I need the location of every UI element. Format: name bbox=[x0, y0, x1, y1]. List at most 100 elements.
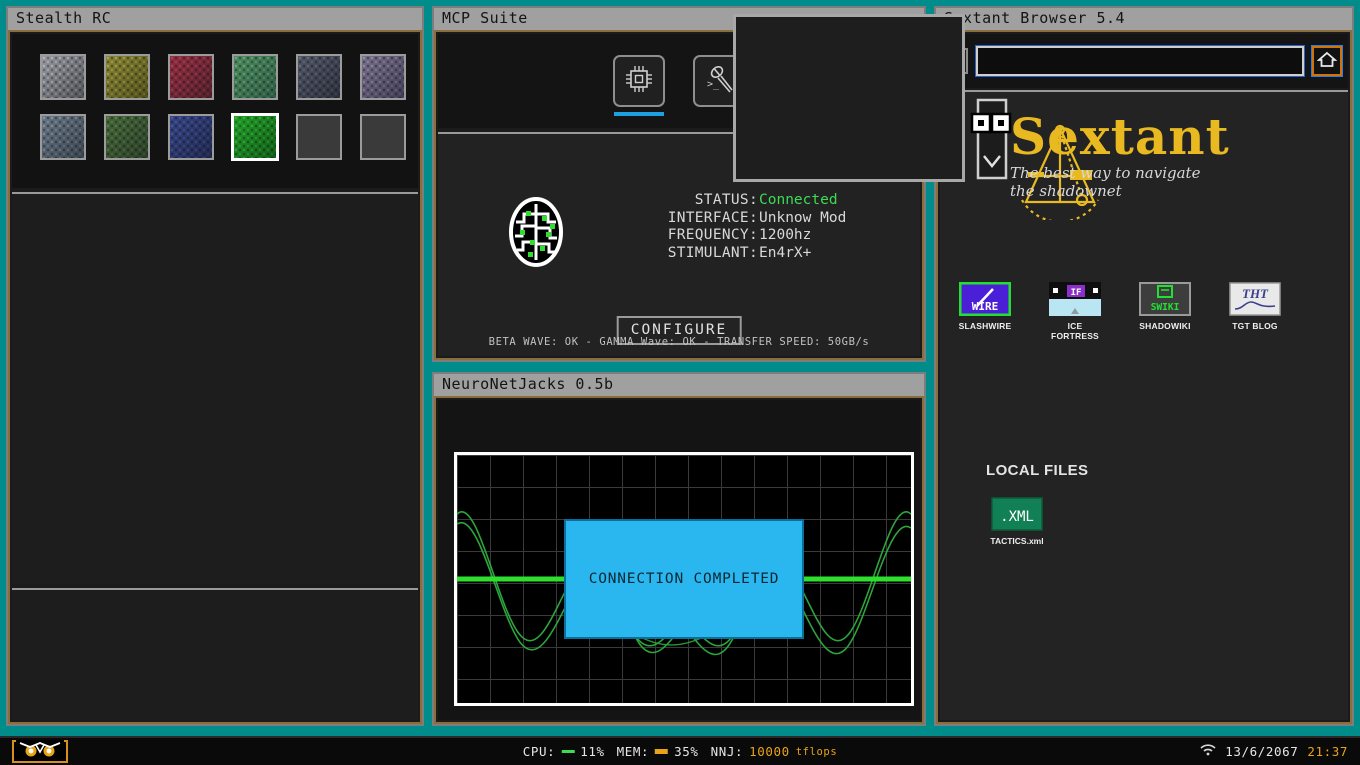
thumb-10-selected[interactable] bbox=[232, 114, 278, 160]
mcp-stat-key: FREQUENCY: bbox=[568, 227, 758, 245]
stealth-rc-thumbnail-grid bbox=[12, 34, 418, 188]
local-files-list: .XML TACTICS.xml bbox=[986, 497, 1048, 546]
bookmark-label: SHADOWIKI bbox=[1134, 321, 1196, 331]
home-icon bbox=[1317, 50, 1337, 72]
mcp-stats-list: STATUS:ConnectedINTERFACE:Unknow ModFREQ… bbox=[568, 192, 908, 262]
thumbnail-row-2 bbox=[12, 100, 418, 160]
bookmark-label: ICE FORTRESS bbox=[1044, 321, 1106, 341]
window-stealth-rc: Stealth RC bbox=[6, 6, 424, 726]
sextant-brand: Sextant The best way to navigate the sha… bbox=[1010, 114, 1230, 200]
bookmark-label: SLASHWIRE bbox=[954, 321, 1016, 331]
connection-dialog-text: CONNECTION COMPLETED bbox=[589, 571, 780, 587]
empty-popup-window[interactable] bbox=[733, 14, 965, 182]
thumbnail-dither bbox=[234, 56, 276, 98]
wifi-icon[interactable] bbox=[1200, 744, 1216, 759]
xml-file-icon: .XML bbox=[991, 497, 1043, 531]
mcp-stat-value: Connected bbox=[758, 192, 908, 210]
thumb-5[interactable] bbox=[296, 54, 342, 100]
svg-text:.XML: .XML bbox=[1000, 509, 1034, 525]
mcp-stat-row: INTERFACE:Unknow Mod bbox=[568, 210, 908, 228]
thumbnail-dither bbox=[170, 56, 212, 98]
system-monitor: CPU: 11% MEM: 35% NNJ: 10000 tflops bbox=[523, 744, 838, 759]
thumb-9[interactable] bbox=[168, 114, 214, 160]
bookmark-item[interactable]: WIRE SLASHWIRE bbox=[954, 282, 1016, 341]
thumbnail-dither bbox=[298, 56, 340, 98]
thumbnail-dither bbox=[234, 116, 276, 158]
stealth-rc-status-pane bbox=[12, 588, 418, 720]
thumb-7[interactable] bbox=[40, 114, 86, 160]
thumb-4[interactable] bbox=[232, 54, 278, 100]
pills-terminal-icon: >_ bbox=[702, 62, 736, 100]
thumb-11-empty[interactable] bbox=[296, 114, 342, 160]
thumbnail-dither bbox=[170, 116, 212, 158]
bookmark-bar: WIRE SLASHWIRE IF ICE FORTRESS SWIKI SHADOWIK… bbox=[954, 282, 1340, 341]
local-file-item[interactable]: .XML TACTICS.xml bbox=[986, 497, 1048, 546]
shadowiki-icon: SWIKI bbox=[1139, 282, 1191, 316]
stealth-rc-titlebar[interactable]: Stealth RC bbox=[8, 8, 422, 30]
thumbnail-dither bbox=[42, 116, 84, 158]
local-file-label: TACTICS.xml bbox=[986, 536, 1048, 546]
tgt-blog-icon: THT bbox=[1229, 282, 1281, 316]
thumbnail-dither bbox=[106, 116, 148, 158]
mcp-stat-key: INTERFACE: bbox=[568, 210, 758, 228]
bookmark-label: TGT BLOG bbox=[1224, 321, 1286, 331]
clock-area: 13/6/2067 21:37 bbox=[1200, 744, 1348, 759]
mcp-stat-value: Unknow Mod bbox=[758, 210, 908, 228]
mcp-stat-key: STIMULANT: bbox=[568, 245, 758, 263]
svg-text:THT: THT bbox=[1242, 286, 1269, 301]
nnj-unit: tflops bbox=[796, 746, 838, 758]
tab-cpu-chip[interactable] bbox=[613, 55, 665, 107]
thumbnail-row-1 bbox=[12, 34, 418, 100]
stealth-rc-detail-pane bbox=[12, 192, 418, 584]
waveform-scope: CONNECTION COMPLETED bbox=[454, 452, 914, 706]
browser-toolbar bbox=[940, 34, 1348, 88]
owl-logo-icon bbox=[16, 740, 64, 763]
mcp-stat-key: STATUS: bbox=[568, 192, 758, 210]
brand-tagline: The best way to navigate the shadownet bbox=[1010, 164, 1210, 200]
thumb-1[interactable] bbox=[40, 54, 86, 100]
thumb-2[interactable] bbox=[104, 54, 150, 100]
svg-text:IF: IF bbox=[1071, 288, 1082, 298]
ice-fortress-icon: IF bbox=[1049, 282, 1101, 316]
thumbnail-dither bbox=[362, 56, 404, 98]
address-bar-input[interactable] bbox=[976, 46, 1304, 76]
mcp-stat-value: En4rX+ bbox=[758, 245, 908, 263]
svg-text:>_: >_ bbox=[707, 79, 720, 90]
start-button[interactable] bbox=[12, 740, 68, 763]
local-files-heading: LOCAL FILES bbox=[986, 462, 1088, 479]
thumb-3[interactable] bbox=[168, 54, 214, 100]
home-button[interactable] bbox=[1312, 46, 1342, 76]
bookmark-item[interactable]: SWIKI SHADOWIKI bbox=[1134, 282, 1196, 341]
cpu-label: CPU: bbox=[523, 744, 556, 759]
bookmark-item[interactable]: IF ICE FORTRESS bbox=[1044, 282, 1106, 341]
brain-icon bbox=[506, 196, 566, 272]
neuronetjacks-titlebar[interactable]: NeuroNetJacks 0.5b bbox=[434, 374, 924, 396]
nnj-value: 10000 bbox=[749, 744, 790, 759]
cpu-chip-icon bbox=[622, 62, 656, 100]
mem-label: MEM: bbox=[617, 744, 650, 759]
thumb-8[interactable] bbox=[104, 114, 150, 160]
mcp-stat-row: STIMULANT:En4rX+ bbox=[568, 245, 908, 263]
mem-bar-icon bbox=[655, 749, 668, 754]
slashwire-icon: WIRE bbox=[959, 282, 1011, 316]
thumb-12-empty[interactable] bbox=[360, 114, 406, 160]
mcp-stat-row: FREQUENCY:1200hz bbox=[568, 227, 908, 245]
desktop: Stealth RC MCP Suite bbox=[0, 0, 1360, 765]
thumb-6[interactable] bbox=[360, 54, 406, 100]
window-neuronetjacks: NeuroNetJacks 0.5b bbox=[432, 372, 926, 726]
neuronetjacks-canvas-area: CONNECTION COMPLETED bbox=[438, 400, 920, 720]
stealth-rc-body bbox=[8, 30, 422, 724]
cpu-value: 11% bbox=[580, 744, 604, 759]
connection-dialog[interactable]: CONNECTION COMPLETED bbox=[564, 519, 804, 639]
brand-title: Sextant bbox=[1010, 114, 1230, 160]
mcp-stat-row: STATUS:Connected bbox=[568, 192, 908, 210]
cpu-bar-icon bbox=[561, 750, 574, 753]
time-display: 21:37 bbox=[1307, 744, 1348, 759]
thumbnail-dither bbox=[42, 56, 84, 98]
bookmark-item[interactable]: THT TGT BLOG bbox=[1224, 282, 1286, 341]
thumbnail-dither bbox=[106, 56, 148, 98]
neuronetjacks-body: CONNECTION COMPLETED bbox=[434, 396, 924, 724]
sextant-titlebar[interactable]: Sextant Browser 5.4 bbox=[936, 8, 1352, 30]
dropdown-cursor-overlay[interactable] bbox=[970, 96, 1014, 186]
date-display: 13/6/2067 bbox=[1225, 744, 1298, 759]
